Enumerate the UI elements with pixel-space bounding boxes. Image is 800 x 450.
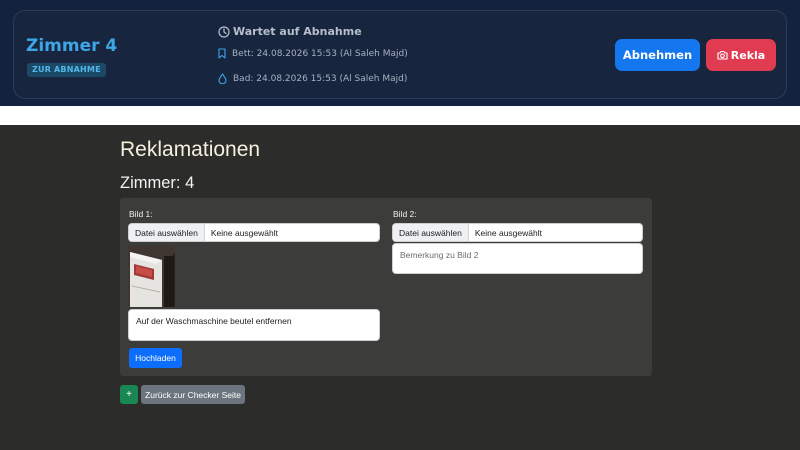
back-to-checker-button[interactable]: Zurück zur Checker Seite [141, 385, 245, 404]
image2-file-button[interactable]: Datei auswählen [393, 224, 469, 241]
reclamation-page: Reklamationen Zimmer: 4 Bild 1: Datei au… [0, 125, 800, 450]
page-title: Reklamationen [120, 138, 261, 161]
accept-button[interactable]: Abnehmen [615, 39, 700, 71]
bed-info-text: Bett: 24.08.2026 15:53 (Al Saleh Majd) [232, 48, 408, 59]
washing-machine-photo [128, 246, 175, 307]
camera-icon [717, 50, 728, 60]
image1-file-button[interactable]: Datei auswählen [129, 224, 205, 241]
status-line: Wartet auf Abnahme [218, 25, 362, 38]
status-badge: ZUR ABNAHME [27, 63, 106, 77]
add-image-button[interactable]: + [120, 385, 138, 404]
bed-info: Bett: 24.08.2026 15:53 (Al Saleh Majd) [218, 48, 408, 59]
upload-form: Bild 1: Datei auswählen Keine ausgewählt… [120, 198, 652, 376]
bookmark-icon [218, 48, 226, 59]
image1-label: Bild 1: [129, 209, 153, 219]
clock-icon [218, 25, 230, 38]
image2-label: Bild 2: [393, 209, 417, 219]
image1-file-name: Keine ausgewählt [210, 227, 278, 238]
room-subtitle: Zimmer: 4 [120, 174, 195, 192]
image1-preview [128, 246, 175, 307]
bath-info: Bad: 24.08.2026 15:53 (Al Saleh Majd) [218, 73, 407, 84]
image1-file-input[interactable]: Datei auswählen Keine ausgewählt [128, 223, 380, 242]
room-title: Zimmer 4 [26, 36, 118, 56]
rekla-button[interactable]: Rekla [706, 39, 776, 71]
droplet-icon [218, 73, 227, 84]
image1-comment-field[interactable]: Auf der Waschmaschine beutel entfernen [128, 309, 380, 341]
image2-file-input[interactable]: Datei auswählen Keine ausgewählt [392, 223, 643, 242]
status-text: Wartet auf Abnahme [233, 25, 362, 38]
room-card: Zimmer 4 ZUR ABNAHME Wartet auf Abnahme … [13, 10, 787, 99]
image2-file-name: Keine ausgewählt [474, 227, 542, 238]
image2-comment-field[interactable]: Bemerkung zu Bild 2 [392, 243, 643, 274]
upload-button[interactable]: Hochladen [129, 348, 182, 368]
bath-info-text: Bad: 24.08.2026 15:53 (Al Saleh Majd) [233, 73, 408, 84]
rekla-label: Rekla [730, 48, 766, 62]
room-card-area: Zimmer 4 ZUR ABNAHME Wartet auf Abnahme … [0, 0, 800, 106]
